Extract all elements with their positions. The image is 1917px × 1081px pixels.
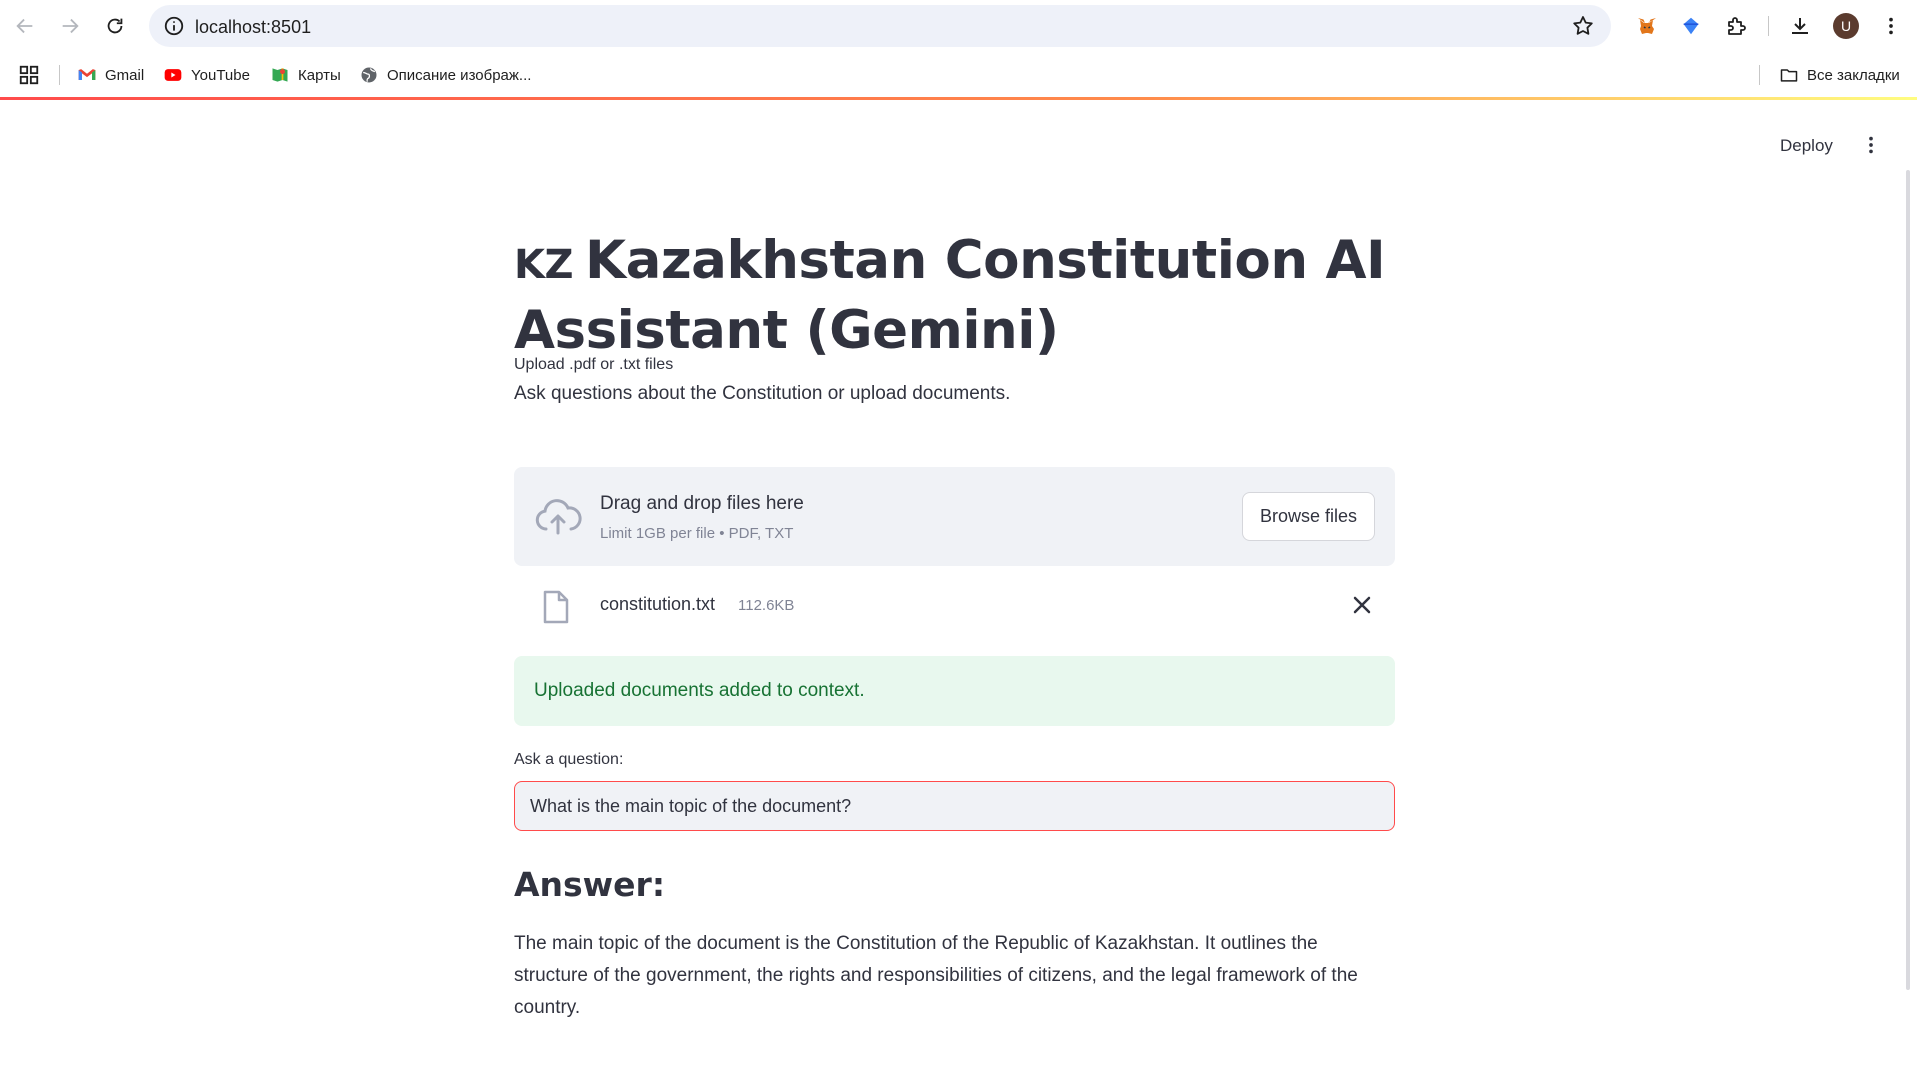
extension-diamond-icon[interactable] (1677, 12, 1705, 40)
success-message: Uploaded documents added to context. (534, 680, 865, 701)
dropzone-limit: Limit 1GB per file • PDF, TXT (600, 525, 794, 542)
page-title-text: Kazakhstan Constitution AI Assistant (Ge… (514, 230, 1386, 361)
url-text[interactable]: localhost:8501 (195, 17, 311, 38)
page-subtitle: Ask questions about the Constitution or … (514, 383, 1011, 404)
dropzone-title: Drag and drop files here (600, 493, 804, 514)
arrow-right-icon (62, 18, 79, 34)
browser-toolbar: localhost:8501 U (0, 0, 1917, 52)
close-icon[interactable] (1350, 593, 1374, 617)
file-icon (543, 590, 569, 624)
folder-icon (1779, 65, 1799, 85)
site-info-icon[interactable] (163, 15, 185, 37)
bookmarks-divider (59, 65, 60, 85)
bookmark-image-description[interactable]: Описание изображ... (359, 62, 531, 88)
globe-icon (359, 65, 379, 85)
bookmark-maps[interactable]: Карты (270, 62, 341, 88)
profile-avatar[interactable]: U (1833, 13, 1859, 39)
scrollbar[interactable] (1906, 170, 1910, 990)
reload-button[interactable] (99, 10, 131, 42)
question-label: Ask a question: (514, 751, 624, 768)
kebab-menu-icon (1869, 136, 1873, 154)
address-bar[interactable]: localhost:8501 (149, 5, 1611, 47)
main-menu-button[interactable] (1856, 130, 1886, 160)
maps-icon (270, 65, 290, 85)
all-bookmarks-button[interactable]: Все закладки (1779, 62, 1900, 88)
youtube-icon (163, 65, 183, 85)
arrow-left-icon (16, 18, 33, 34)
answer-text: The main topic of the document is the Co… (514, 933, 1358, 1018)
upload-label: Upload .pdf or .txt files (514, 356, 674, 373)
cloud-upload-icon (535, 499, 582, 535)
toolbar-divider (1768, 16, 1769, 36)
browser-menu-kebab-icon[interactable] (1877, 12, 1905, 40)
apps-grid-icon (19, 65, 39, 85)
question-input[interactable] (530, 782, 1380, 830)
streamlit-app: Deploy KZ Kazakhstan Constitution AI Assi… (0, 100, 1917, 1081)
deploy-button[interactable]: Deploy (1770, 130, 1843, 162)
back-button[interactable] (9, 10, 41, 42)
metamask-extension-icon[interactable] (1633, 12, 1661, 40)
file-name: constitution.txt (600, 594, 716, 614)
answer-heading: Answer: (514, 865, 666, 904)
uploaded-file-row: constitution.txt 112.6KB (514, 580, 1395, 630)
apps-grid-button[interactable] (18, 62, 40, 88)
extensions-puzzle-icon[interactable] (1722, 12, 1750, 40)
bookmark-star-icon[interactable] (1571, 14, 1595, 38)
bookmark-youtube[interactable]: YouTube (163, 62, 250, 88)
file-size: 112.6KB (738, 597, 795, 614)
forward-button[interactable] (54, 10, 86, 42)
download-icon[interactable] (1786, 12, 1814, 40)
kz-flag-emoji: KZ (514, 242, 574, 288)
bookmark-gmail[interactable]: Gmail (77, 62, 144, 88)
bookmarks-bar: Gmail YouTube Карты Описание изображ... … (0, 52, 1917, 98)
bookmarks-divider-right (1759, 65, 1760, 85)
browse-files-button[interactable]: Browse files (1242, 492, 1375, 541)
reload-icon (107, 18, 123, 34)
page-title: KZ Kazakhstan Constitution AI Assistant (… (514, 228, 1395, 364)
file-dropzone[interactable]: Drag and drop files here Limit 1GB per f… (514, 467, 1395, 566)
gmail-icon (77, 65, 97, 85)
success-alert: Uploaded documents added to context. (514, 656, 1395, 726)
question-input-wrapper[interactable] (514, 781, 1395, 831)
